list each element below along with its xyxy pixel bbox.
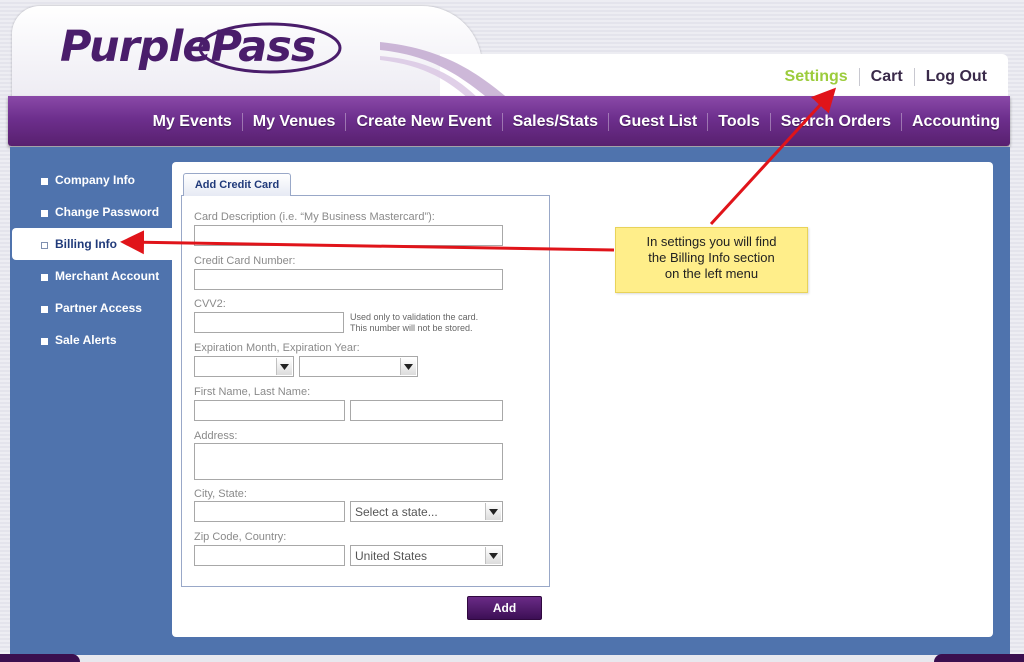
footer-corner-left bbox=[0, 654, 80, 662]
address-input[interactable] bbox=[194, 443, 503, 480]
bullet-icon bbox=[41, 242, 48, 249]
top-links: Settings Cart Log Out bbox=[774, 66, 998, 88]
sidebar-item-partner-access[interactable]: Partner Access bbox=[12, 292, 172, 324]
nav-item-create-new-event[interactable]: Create New Event bbox=[346, 113, 501, 131]
nav-item-sales-stats[interactable]: Sales/Stats bbox=[503, 113, 608, 131]
sidebar-item-label: Merchant Account bbox=[55, 269, 160, 283]
nav-item-my-events[interactable]: My Events bbox=[143, 113, 242, 131]
annotation-callout: In settings you will find the Billing In… bbox=[615, 227, 808, 293]
cvv-hint-line: Used only to validation the card. bbox=[350, 312, 479, 322]
state-select-value: Select a state... bbox=[355, 505, 438, 519]
country-select[interactable]: United States bbox=[350, 545, 503, 566]
state-select[interactable]: Select a state... bbox=[350, 501, 503, 522]
footer-strip bbox=[0, 655, 1024, 662]
bullet-icon bbox=[41, 178, 48, 185]
sidebar-item-company-info[interactable]: Company Info bbox=[12, 164, 172, 196]
expiration-month-select[interactable] bbox=[194, 356, 294, 377]
cvv-input[interactable] bbox=[194, 312, 344, 333]
cart-link[interactable]: Cart bbox=[860, 67, 914, 87]
bullet-icon bbox=[41, 306, 48, 313]
sidebar-item-sale-alerts[interactable]: Sale Alerts bbox=[12, 324, 172, 356]
zip-country-label: Zip Code, Country: bbox=[194, 531, 287, 543]
nav-item-guest-list[interactable]: Guest List bbox=[609, 113, 707, 131]
chevron-down-icon bbox=[400, 358, 416, 375]
nav-item-search-orders[interactable]: Search Orders bbox=[771, 113, 901, 131]
main-navigation: My Events My Venues Create New Event Sal… bbox=[8, 96, 1010, 146]
sidebar-item-label: Partner Access bbox=[55, 301, 142, 315]
last-name-input[interactable] bbox=[350, 400, 503, 421]
chevron-down-icon bbox=[485, 503, 501, 520]
tab-add-credit-card[interactable]: Add Credit Card bbox=[183, 173, 291, 196]
nav-item-tools[interactable]: Tools bbox=[708, 113, 769, 131]
settings-link[interactable]: Settings bbox=[774, 67, 859, 87]
nav-item-accounting[interactable]: Accounting bbox=[902, 113, 1010, 131]
first-name-input[interactable] bbox=[194, 400, 345, 421]
sidebar-item-billing-info[interactable]: Billing Info bbox=[12, 228, 174, 260]
card-number-input[interactable] bbox=[194, 269, 503, 290]
footer-corner-right bbox=[934, 654, 1024, 662]
address-label: Address: bbox=[194, 430, 238, 442]
expiration-label: Expiration Month, Expiration Year: bbox=[194, 342, 360, 354]
expiration-year-select[interactable] bbox=[299, 356, 418, 377]
cvv-hint-line: This number will not be stored. bbox=[350, 323, 473, 333]
city-input[interactable] bbox=[194, 501, 345, 522]
cvv-hint: Used only to validation the card. This n… bbox=[350, 312, 478, 334]
chevron-down-icon bbox=[485, 547, 501, 564]
sidebar-item-label: Change Password bbox=[55, 205, 160, 219]
name-label: First Name, Last Name: bbox=[194, 386, 311, 398]
zip-code-input[interactable] bbox=[194, 545, 345, 566]
sidebar-item-label: Billing Info bbox=[55, 237, 117, 251]
add-button[interactable]: Add bbox=[467, 596, 542, 620]
city-state-label: City, State: bbox=[194, 488, 247, 500]
sidebar-item-merchant-account[interactable]: Merchant Account bbox=[12, 260, 172, 292]
bullet-icon bbox=[41, 210, 48, 217]
card-description-input[interactable] bbox=[194, 225, 503, 246]
nav-item-my-venues[interactable]: My Venues bbox=[243, 113, 346, 131]
country-select-value: United States bbox=[355, 549, 428, 563]
header-swoosh-decoration bbox=[380, 42, 510, 100]
sidebar-item-label: Sale Alerts bbox=[55, 333, 117, 347]
bullet-icon bbox=[41, 274, 48, 281]
card-description-label: Card Description (i.e. “My Business Mast… bbox=[194, 211, 435, 223]
settings-sidebar: Company Info Change Password Billing Inf… bbox=[12, 164, 174, 356]
chevron-down-icon bbox=[276, 358, 292, 375]
sidebar-item-label: Company Info bbox=[55, 173, 135, 187]
sidebar-item-change-password[interactable]: Change Password bbox=[12, 196, 172, 228]
bullet-icon bbox=[41, 338, 48, 345]
purplepass-logo[interactable]: PurplePass bbox=[60, 22, 316, 72]
cvv-label: CVV2: bbox=[194, 298, 226, 310]
card-number-label: Credit Card Number: bbox=[194, 255, 296, 267]
log-out-link[interactable]: Log Out bbox=[915, 67, 998, 87]
